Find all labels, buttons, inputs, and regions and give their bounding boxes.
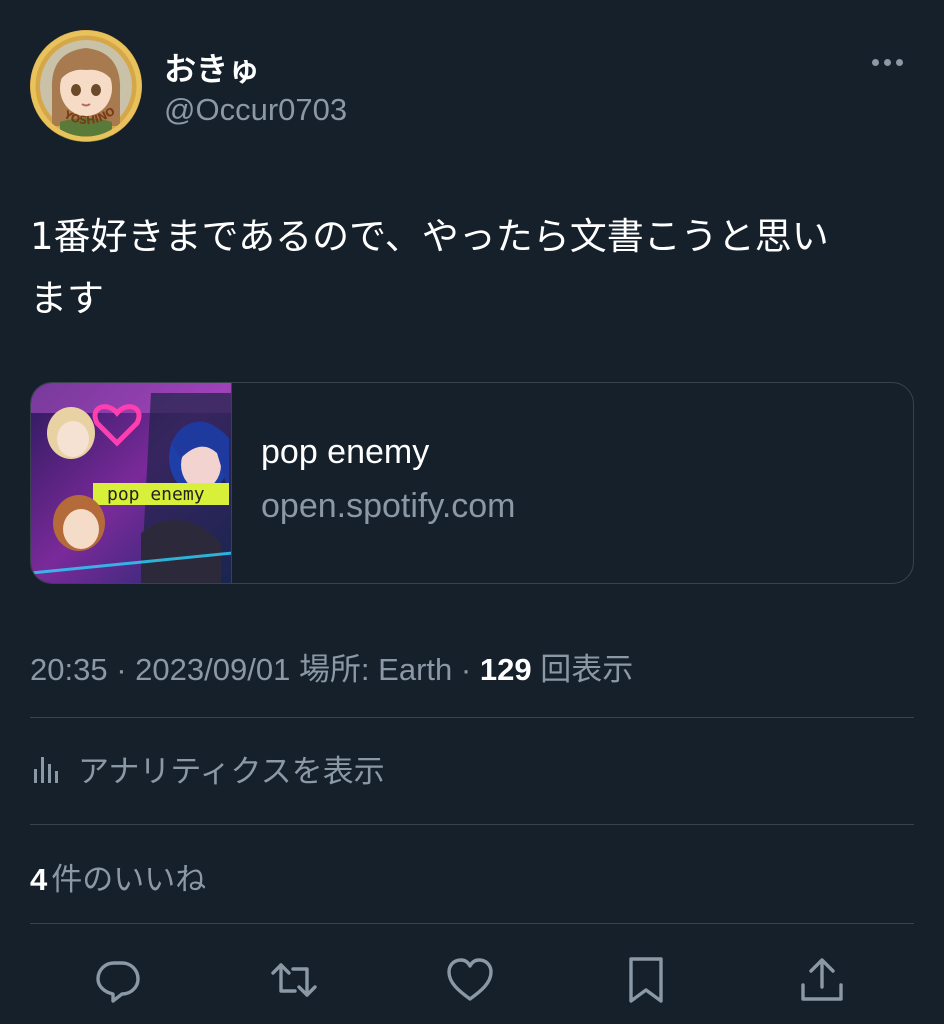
views-label: 回表示 xyxy=(540,652,634,687)
action-bar xyxy=(0,948,944,1012)
divider xyxy=(30,923,914,924)
tweet-text-line: ます xyxy=(30,277,104,320)
bookmark-icon[interactable] xyxy=(618,948,674,1012)
meta-separator: · xyxy=(460,652,472,687)
divider xyxy=(30,717,914,718)
tweet-time[interactable]: 20:35 xyxy=(30,652,108,687)
card-thumbnail: pop enemy xyxy=(31,383,232,583)
likes-label: 件のいいね xyxy=(51,862,207,898)
retweet-icon[interactable] xyxy=(266,948,322,1012)
share-icon[interactable] xyxy=(794,948,850,1012)
tweet-location: 場所: Earth xyxy=(298,652,453,687)
album-art-title: pop enemy xyxy=(107,484,205,505)
likes-link[interactable]: 4 件のいいね xyxy=(30,854,206,899)
author-display-name[interactable]: おきゅ xyxy=(164,44,260,90)
card-title: pop enemy xyxy=(261,433,430,471)
tweet-meta: 20:35 · 2023/09/01 場所: Earth · 129 回表示 xyxy=(30,644,633,689)
tweet-header: YOSHINO おきゅ @Occur0703 xyxy=(30,30,914,150)
tweet-text: 1番好きまであるので、やったら文書こうと思い ます xyxy=(30,206,910,330)
card-domain: open.spotify.com xyxy=(261,487,516,525)
reply-icon[interactable] xyxy=(90,948,146,1012)
analytics-icon xyxy=(30,751,64,785)
link-card[interactable]: pop enemy pop enemy open.spotify.com xyxy=(30,382,914,584)
analytics-label: アナリティクスを表示 xyxy=(78,753,385,790)
like-icon[interactable] xyxy=(442,948,498,1012)
divider xyxy=(30,824,914,825)
album-art-image: pop enemy xyxy=(31,383,231,583)
avatar-image: YOSHINO xyxy=(30,30,142,142)
view-analytics-link[interactable]: アナリティクスを表示 xyxy=(30,746,385,790)
meta-separator: · xyxy=(116,652,127,687)
avatar[interactable]: YOSHINO xyxy=(30,30,142,142)
tweet-date[interactable]: 2023/09/01 xyxy=(135,652,290,687)
more-icon[interactable] xyxy=(868,52,906,72)
likes-count: 4 xyxy=(30,862,48,897)
views-count: 129 xyxy=(479,652,532,687)
tweet-text-line: 1番好きまであるので、やったら文書こうと思い xyxy=(30,215,829,258)
author-handle[interactable]: @Occur0703 xyxy=(164,92,347,128)
